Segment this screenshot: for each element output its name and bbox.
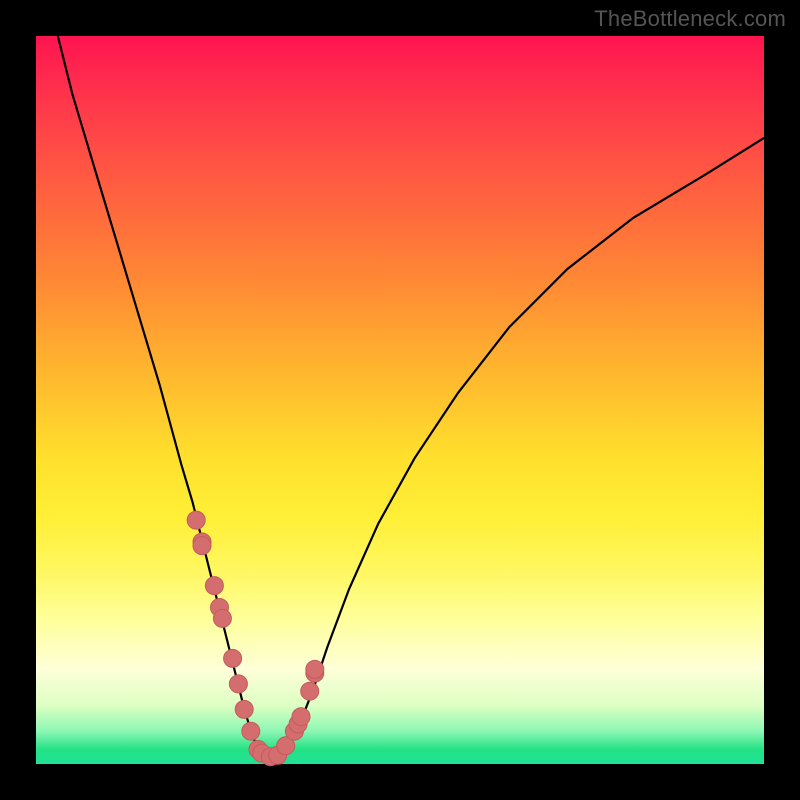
chart-svg <box>36 36 764 764</box>
data-point <box>306 660 324 678</box>
data-point <box>205 577 223 595</box>
data-point <box>213 609 231 627</box>
data-point <box>301 682 319 700</box>
data-point <box>235 700 253 718</box>
chart-frame: TheBottleneck.com <box>0 0 800 800</box>
plot-area <box>36 36 764 764</box>
watermark-text: TheBottleneck.com <box>594 6 786 32</box>
data-point <box>242 722 260 740</box>
bottleneck-curve <box>58 36 764 758</box>
data-point <box>187 511 205 529</box>
data-point <box>229 675 247 693</box>
data-point <box>292 708 310 726</box>
data-point <box>193 537 211 555</box>
data-point <box>224 649 242 667</box>
highlighted-points <box>187 511 324 766</box>
